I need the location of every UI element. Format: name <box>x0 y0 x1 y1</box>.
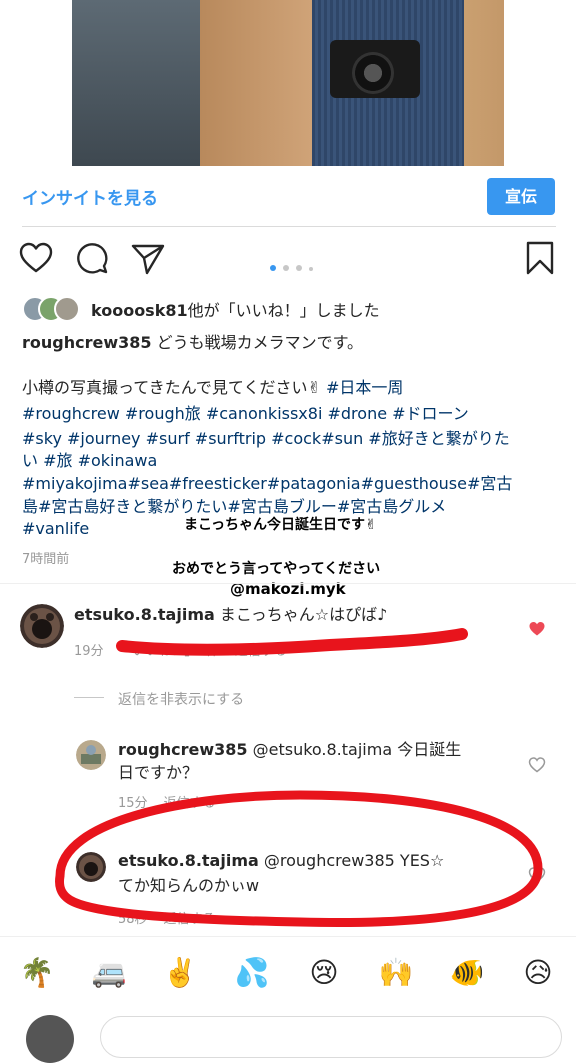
liker-avatar[interactable] <box>54 296 80 322</box>
insights-divider <box>22 226 556 227</box>
comment-input[interactable] <box>100 1016 562 1058</box>
comment-time: 19分 <box>74 644 104 659</box>
comments-divider <box>0 583 576 584</box>
caption-intro: どうも戦場カメラマンです。 <box>151 333 364 352</box>
view-insights-link[interactable]: インサイトを見る <box>22 184 158 209</box>
carousel-dot <box>283 265 289 271</box>
post-timestamp: 7時間前 <box>22 552 70 567</box>
caption-hashtags-line[interactable]: い #旅 #okinawa <box>22 450 157 473</box>
overlay-text-congrats: おめでとう言ってやってください <box>172 561 381 577</box>
emoji-victory-hand[interactable]: ✌️ <box>160 955 200 991</box>
comment-meta: 19分 「いいね！」1件 返信する <box>74 640 303 659</box>
hide-replies-button[interactable]: 返信を非表示にする <box>118 689 244 709</box>
emoji-raising-hands[interactable]: 🙌 <box>376 955 416 991</box>
heart-icon[interactable] <box>18 240 54 276</box>
photo-coat-right <box>464 0 504 166</box>
photo-water-area <box>72 0 212 166</box>
photo-camera-lens <box>352 52 394 94</box>
heart-outline-icon[interactable] <box>528 756 546 774</box>
current-user-avatar <box>26 1015 74 1063</box>
reply-body: etsuko.8.tajima @roughcrew385 YES☆ <box>118 849 444 873</box>
comment-icon[interactable] <box>74 240 110 276</box>
photo-coat-left <box>200 0 320 166</box>
comment-text: まこっちゃん☆はぴば♪ <box>214 605 388 624</box>
reply-avatar[interactable] <box>76 740 106 770</box>
reply-avatar[interactable] <box>76 852 106 882</box>
heart-outline-icon[interactable] <box>528 866 546 884</box>
reply-meta: 15分 返信する <box>118 792 232 811</box>
reply-time: 58秒 <box>118 912 148 927</box>
carousel-dot <box>309 267 313 271</box>
emoji-sad-relieved-face[interactable]: 😥 <box>518 955 558 991</box>
emoji-tropical-fish[interactable]: 🐠 <box>447 955 487 991</box>
carousel-indicator <box>270 256 320 275</box>
emoji-van[interactable]: 🚐 <box>89 955 129 991</box>
reply-text: @etsuko.8.tajima 今日誕生 <box>247 740 462 759</box>
heart-filled-icon[interactable] <box>528 620 546 638</box>
caption-hashtags-line[interactable]: #vanlife <box>22 518 89 541</box>
post-photo[interactable] <box>72 0 504 166</box>
promote-button[interactable]: 宣伝 <box>487 178 555 215</box>
reply-text-continued: 日ですか？ <box>118 763 199 782</box>
emoji-palm-tree[interactable]: 🌴 <box>17 955 57 991</box>
comment-username[interactable]: etsuko.8.tajima <box>74 605 215 624</box>
liked-by-text[interactable]: koooosk81他が「いいね！」しました <box>91 297 380 321</box>
caption-text: 小樽の写真撮ってきたんで見てください✌︎ <box>22 378 326 397</box>
hide-replies-line <box>74 697 104 698</box>
caption-hashtag[interactable]: #日本一周 <box>326 378 403 397</box>
reply-meta: 58秒 返信する <box>118 908 232 927</box>
carousel-dot-active <box>270 265 276 271</box>
carousel-dot <box>296 265 302 271</box>
caption-username[interactable]: roughcrew385 <box>22 333 152 352</box>
reply-body: roughcrew385 @etsuko.8.tajima 今日誕生 <box>118 738 461 762</box>
caption-hashtags-line[interactable]: #roughcrew #rough旅 #canonkissx8i #drone … <box>22 403 469 426</box>
comment-body: etsuko.8.tajima まこっちゃん☆はぴば♪ <box>74 603 387 627</box>
overlay-text-birthday: まこっちゃん今日誕生日です✌︎ <box>184 517 377 533</box>
reply-text: @roughcrew385 YES☆ <box>258 851 445 870</box>
liked-by-suffix: 他が「いいね！」しました <box>187 301 380 320</box>
caption-hashtags-line[interactable]: #miyakojima#sea#freesticker#patagonia#gu… <box>22 473 512 496</box>
reply-reply-button[interactable]: 返信する <box>164 796 216 811</box>
emoji-sweat-droplets[interactable]: 💦 <box>232 955 272 991</box>
emoji-quick-bar <box>0 936 576 1013</box>
caption-line: 小樽の写真撮ってきたんで見てください✌︎ #日本一周 <box>22 377 403 400</box>
caption-hashtags-line[interactable]: #sky #journey #surf #surftrip #cock#sun … <box>22 428 510 451</box>
emoji-crying-face[interactable]: 😢 <box>304 955 344 991</box>
commenter-avatar[interactable] <box>20 604 64 648</box>
reply-reply-button[interactable]: 返信する <box>164 912 216 927</box>
bookmark-icon[interactable] <box>522 240 558 276</box>
reply-time: 15分 <box>118 796 148 811</box>
comment-like-count[interactable]: 「いいね！」1件 <box>120 644 219 659</box>
reply-username[interactable]: roughcrew385 <box>118 740 248 759</box>
liked-by-username[interactable]: koooosk81 <box>91 301 188 320</box>
reply-text-continued: てか知らんのかぃw <box>118 876 260 895</box>
share-icon[interactable] <box>130 240 166 276</box>
comment-reply-button[interactable]: 返信する <box>235 644 287 659</box>
caption-first-line: roughcrew385 どうも戦場カメラマンです。 <box>22 332 363 355</box>
reply-username[interactable]: etsuko.8.tajima <box>118 851 259 870</box>
